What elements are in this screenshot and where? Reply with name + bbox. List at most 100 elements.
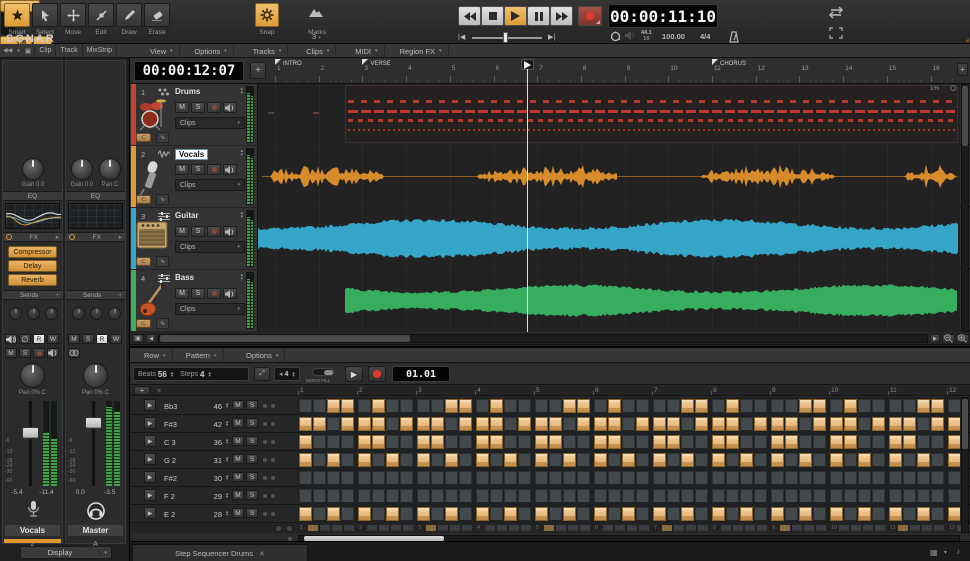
step-cell[interactable]	[431, 417, 444, 431]
step-cell[interactable]	[948, 453, 960, 467]
step-cell[interactable]	[490, 435, 503, 449]
menu-region-fx[interactable]: Region FX ▾	[394, 44, 449, 58]
step-cell[interactable]	[771, 453, 784, 467]
step-cell[interactable]	[917, 489, 930, 503]
step-cell[interactable]	[535, 435, 548, 449]
pause-button[interactable]	[527, 6, 550, 26]
shuttle-thumb[interactable]	[503, 32, 508, 43]
pan-knob[interactable]	[20, 363, 45, 388]
step-cell[interactable]	[948, 471, 960, 485]
step-cell[interactable]	[889, 471, 902, 485]
step-cell[interactable]	[327, 399, 340, 413]
step-cell[interactable]	[608, 399, 621, 413]
step-cell[interactable]	[490, 453, 503, 467]
step-cell[interactable]	[327, 453, 340, 467]
fx-plugin-delay[interactable]: Delay	[8, 260, 57, 272]
seq-delete-row-icon[interactable]: ✕	[156, 387, 162, 395]
record-button[interactable]	[578, 6, 602, 26]
automation-icon[interactable]: ∿	[156, 256, 169, 267]
step-cell[interactable]	[712, 417, 725, 431]
step-cell[interactable]	[813, 507, 826, 521]
step-cell[interactable]	[504, 417, 517, 431]
step-cell[interactable]	[341, 489, 354, 503]
track-monitor-icon[interactable]	[223, 164, 237, 175]
step-cell[interactable]	[931, 471, 944, 485]
step-cell[interactable]	[459, 507, 472, 521]
step-cell[interactable]	[549, 471, 562, 485]
step-cell[interactable]	[313, 417, 326, 431]
step-cell[interactable]	[636, 399, 649, 413]
step-cell[interactable]	[872, 417, 885, 431]
step-cell[interactable]	[400, 489, 413, 503]
step-cell[interactable]	[785, 489, 798, 503]
display-dropdown[interactable]: Display ▾	[20, 546, 112, 559]
track-rec-icon[interactable]	[207, 102, 221, 113]
step-cell[interactable]	[445, 453, 458, 467]
step-cell[interactable]	[844, 435, 857, 449]
seq-row-dot[interactable]	[263, 440, 267, 444]
fit-to-quarters-icon[interactable]: ⤢	[254, 367, 270, 381]
fast-forward-button[interactable]	[550, 6, 573, 26]
step-cell[interactable]	[653, 471, 666, 485]
step-cell[interactable]	[799, 417, 812, 431]
strip-name[interactable]: Master	[67, 524, 124, 537]
timeline-marker-verse[interactable]: VERSE	[362, 59, 391, 67]
step-cell[interactable]	[726, 489, 739, 503]
strip-s-button[interactable]: S	[19, 348, 31, 358]
step-cell[interactable]	[695, 453, 708, 467]
step-cell[interactable]	[417, 507, 430, 521]
step-cell[interactable]	[459, 489, 472, 503]
timeline-marker-chorus[interactable]: CHORUS	[712, 59, 746, 67]
eq-graph[interactable]	[5, 203, 61, 229]
seq-row-dot[interactable]	[271, 494, 275, 498]
step-cell[interactable]	[754, 453, 767, 467]
sync-icon[interactable]	[610, 31, 621, 42]
step-cell[interactable]	[858, 453, 871, 467]
step-cell[interactable]	[563, 507, 576, 521]
step-cell[interactable]	[622, 399, 635, 413]
step-cell[interactable]	[712, 399, 725, 413]
step-cell[interactable]	[667, 489, 680, 503]
clip-tool-button[interactable]: ⊂	[136, 133, 151, 142]
seq-row-solo-button[interactable]: S	[246, 508, 258, 518]
step-cell[interactable]	[594, 417, 607, 431]
seq-row-dot[interactable]	[263, 458, 267, 462]
step-cell[interactable]	[445, 471, 458, 485]
step-cell[interactable]	[799, 471, 812, 485]
track-monitor-icon[interactable]	[223, 288, 237, 299]
step-cell[interactable]	[636, 507, 649, 521]
step-cell[interactable]	[608, 453, 621, 467]
track-clips-dropdown[interactable]: Clips ▾	[175, 117, 245, 129]
step-cell[interactable]	[608, 435, 621, 449]
tab-step-sequencer-drums[interactable]: Step Sequencer Drums ✕	[132, 544, 308, 561]
zoom-in-icon[interactable]	[956, 334, 969, 343]
step-cell[interactable]	[549, 507, 562, 521]
automation-icon[interactable]: ∿	[156, 132, 169, 143]
step-cell[interactable]	[299, 507, 312, 521]
step-cell[interactable]	[372, 399, 385, 413]
step-cell[interactable]	[830, 489, 843, 503]
step-cell[interactable]	[518, 453, 531, 467]
step-cell[interactable]	[948, 489, 960, 503]
step-cell[interactable]	[535, 399, 548, 413]
step-cell[interactable]	[889, 435, 902, 449]
seq-v-thumb[interactable]	[962, 399, 968, 449]
step-cell[interactable]	[844, 507, 857, 521]
step-cell[interactable]	[889, 453, 902, 467]
seq-row-dot[interactable]	[271, 512, 275, 516]
seq-row-solo-button[interactable]: S	[246, 418, 258, 428]
step-cell[interactable]	[903, 399, 916, 413]
step-cell[interactable]	[740, 417, 753, 431]
step-cell[interactable]	[622, 507, 635, 521]
strip-r-button[interactable]: R	[96, 334, 108, 344]
beats-spinner[interactable]: ▴ ▾	[171, 370, 173, 378]
seq-row-mute-button[interactable]: M	[232, 472, 244, 482]
track-header[interactable]: 1 Drums ▴ ▾ M S Clips ▾ ⊂ ∿	[130, 84, 258, 145]
step-cell[interactable]	[608, 489, 621, 503]
step-cell[interactable]	[667, 453, 680, 467]
step-cell[interactable]	[653, 417, 666, 431]
seq-row-dot[interactable]	[271, 404, 275, 408]
strip-monitor-icon[interactable]	[47, 348, 59, 358]
seq-row-dot[interactable]	[271, 440, 275, 444]
seq-play-button[interactable]: ▶	[345, 366, 363, 382]
